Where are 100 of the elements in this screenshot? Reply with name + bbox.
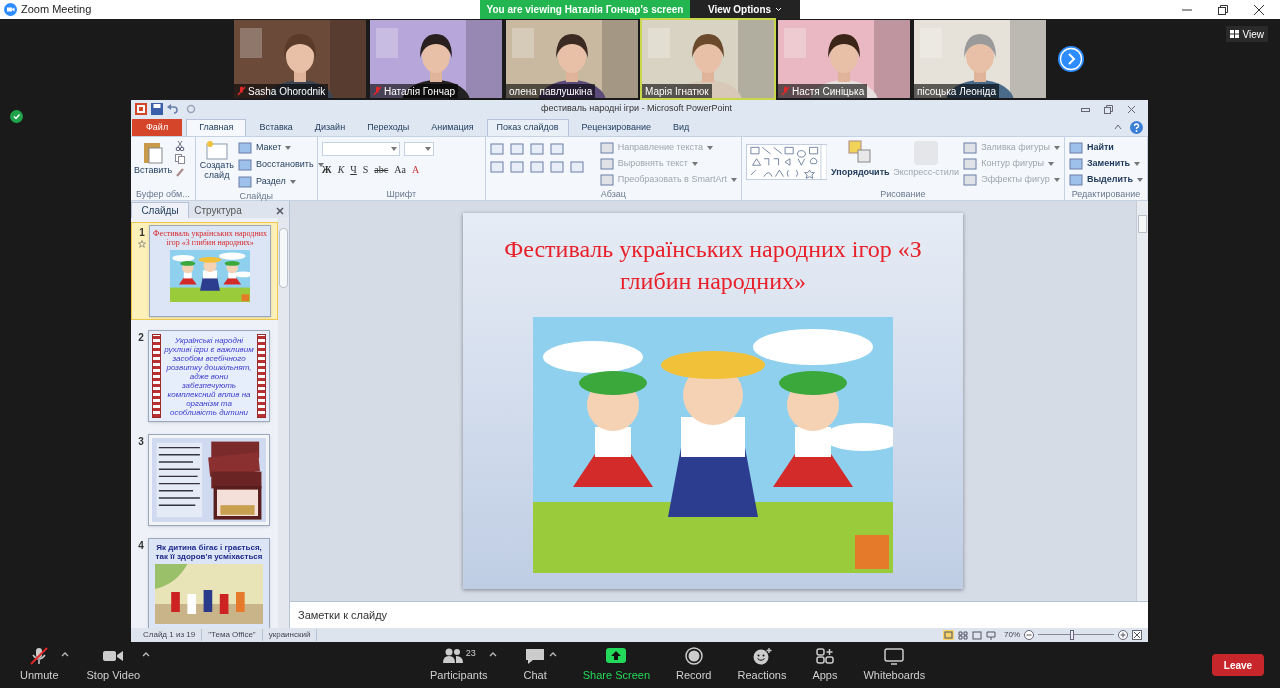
close-icon[interactable] (276, 207, 284, 215)
format-button[interactable]: Ж (321, 162, 332, 177)
slider-thumb[interactable] (1070, 630, 1075, 640)
slideshow-view-icon[interactable] (986, 630, 996, 640)
help-icon[interactable] (1130, 120, 1143, 134)
format-button[interactable]: A (411, 162, 420, 177)
toolbar-button[interactable]: Chat (519, 646, 561, 684)
group-label: Абзац (599, 188, 627, 200)
close-icon[interactable] (1254, 4, 1264, 15)
format-button[interactable]: Aa (394, 162, 406, 177)
ribbon-tab[interactable]: Дизайн (305, 119, 355, 136)
slide-thumbnail[interactable]: Як дитина бігає і грається, так її здоров'я усміхається (148, 538, 270, 628)
video-tile[interactable]: Марія Ігнатюк (642, 20, 774, 98)
video-camera-icon (4, 3, 17, 16)
zoom-out-icon[interactable] (1024, 630, 1034, 640)
font-name-field[interactable] (321, 142, 400, 156)
slide-thumbnail-row[interactable]: 4 Як дитина бігає і грається, так її здоров'я усміхається (131, 536, 278, 628)
toolbar-button[interactable]: Stop Video (82, 646, 155, 684)
next-arrow-icon[interactable] (1058, 46, 1084, 72)
name-label: Настя Синіцька (778, 84, 868, 98)
slide-thumbnail-row[interactable]: 1 Фестиваль українських народних ігор «З глибин народних» (131, 222, 278, 320)
video-tile[interactable]: Наталія Гончар (370, 20, 502, 98)
slide-number: 1 (139, 226, 145, 240)
format-button[interactable]: К (337, 162, 345, 177)
dropdown-arrow-icon (1053, 146, 1060, 150)
toolbar-button[interactable]: Record (672, 646, 716, 684)
video-tile[interactable]: олена павлушкіна (506, 20, 638, 98)
dropdown-arrow-icon (1137, 178, 1143, 182)
normal-view-icon[interactable] (943, 630, 954, 640)
format-button[interactable]: abc (374, 162, 389, 177)
new-slide-button[interactable]: Создать слайд (199, 140, 234, 190)
restore-icon[interactable] (1218, 4, 1228, 15)
dropdown-arrow-icon (1053, 178, 1060, 182)
slide-thumbnail-row[interactable]: 2 Українські народні рухливі ігри є важливим засобом всебічного розвитку дошкільнят, адже вони забезпечують комплексний вплив на організм та особливість дитини (131, 328, 278, 424)
leave-button[interactable]: Leave (1212, 654, 1264, 676)
ribbon-tab[interactable]: Файл (132, 119, 183, 136)
toolbar-button[interactable]: Share Screen (578, 646, 654, 684)
sorter-view-icon[interactable] (958, 630, 968, 640)
panel-tab[interactable]: Слайды (131, 202, 189, 218)
notes-field[interactable]: Заметки к слайду (290, 601, 1148, 628)
video-tile[interactable]: пісоцька Леоніда (914, 20, 1046, 98)
panel-tab[interactable]: Структура (189, 202, 247, 218)
font-size-field[interactable] (403, 142, 434, 156)
toolbar-button[interactable]: Apps (808, 646, 842, 684)
slide-command[interactable]: Раздел (237, 174, 324, 190)
slide-thumbnail[interactable]: Українські народні рухливі ігри є важливим засобом всебічного розвитку дошкільнят, адже вони забезпечують комплексний вплив на організм та особливість дитини (148, 330, 270, 422)
window-title: фестиваль народні ігри - Microsoft PowerPoint (541, 102, 733, 116)
slide-command[interactable]: Макет (237, 140, 324, 156)
whiteboard-icon (883, 646, 906, 665)
format-button[interactable]: S (362, 162, 369, 177)
thumbnail-text: Українські народні рухливі ігри є важливим засобом всебічного розвитку дошкільнят, адже вони забезпечують комплексний вплив на організм та особливість дитини (163, 335, 255, 418)
video-tile[interactable]: Sasha Ohorodnik (234, 20, 366, 98)
slide-number: 2 (138, 331, 144, 345)
view-button[interactable]: View (1225, 26, 1268, 42)
paste-button[interactable]: Вставить (135, 140, 171, 188)
ribbon-tab[interactable]: Анимация (422, 119, 483, 136)
slide-thumbnail-row[interactable]: 3 (131, 432, 278, 528)
slide[interactable]: Фестиваль українських народних ігор «З глибин народних» (463, 213, 963, 589)
slide-thumbnail[interactable]: Фестиваль українських народних ігор «З глибин народних» (149, 225, 271, 317)
dropdown-arrow-icon (285, 146, 292, 150)
toolbar-button[interactable]: Unmute (16, 646, 73, 684)
ribbon-tab[interactable]: Переходы (358, 119, 419, 136)
ribbon-tab[interactable]: Вставка (250, 119, 302, 136)
view-options-button[interactable]: View Options (690, 0, 800, 19)
collapse-ribbon-icon[interactable] (1114, 124, 1122, 130)
ribbon-tab[interactable]: Главная (186, 119, 247, 136)
format-button[interactable]: Ч (350, 162, 357, 177)
scrollbar[interactable] (278, 218, 289, 628)
ribbon-tab[interactable]: Вид (664, 119, 699, 136)
caret-icon (60, 650, 69, 657)
scissors-icon[interactable] (175, 141, 185, 151)
toolbar-button[interactable]: 23 Participants (426, 646, 502, 684)
ribbon-tab[interactable]: Показ слайдов (486, 119, 569, 136)
ribbon-tab[interactable]: Рецензирование (572, 119, 661, 136)
name-label: Sasha Ohorodnik (234, 84, 329, 98)
slide-number: 4 (138, 539, 144, 553)
status-text: "Тема Office" (202, 629, 263, 641)
reading-view-icon[interactable] (972, 630, 982, 640)
copy-icon[interactable] (175, 154, 185, 164)
arrange-button[interactable]: Упорядочить (831, 140, 890, 188)
scrollbar[interactable] (1136, 201, 1148, 601)
thumbnail-title: Як дитина бігає і грається, так її здоров'я усміхається (154, 543, 264, 561)
zoom-level: 70% (1004, 629, 1020, 641)
video-tile[interactable]: Настя Синіцька (778, 20, 910, 98)
toolbar-button[interactable]: Whiteboards (859, 646, 930, 684)
toolbar-button[interactable]: Reactions (733, 646, 791, 684)
clipboard-icon (143, 140, 163, 164)
zoom-in-icon[interactable] (1118, 630, 1128, 640)
fit-slide-icon[interactable] (1132, 630, 1142, 640)
save-icon[interactable] (151, 103, 163, 115)
dropdown-arrow-icon (730, 178, 737, 182)
editing-command[interactable]: Выделить (1068, 172, 1143, 188)
zoom-slider[interactable] (1038, 630, 1114, 640)
undo-icon[interactable] (167, 104, 178, 114)
shield-icon[interactable] (10, 110, 23, 123)
record-icon (682, 646, 705, 665)
editing-command[interactable]: Найти (1068, 140, 1143, 156)
participants-icon (441, 646, 464, 665)
share-screen-icon (605, 646, 628, 665)
editing-command[interactable]: Заменить (1068, 156, 1143, 172)
